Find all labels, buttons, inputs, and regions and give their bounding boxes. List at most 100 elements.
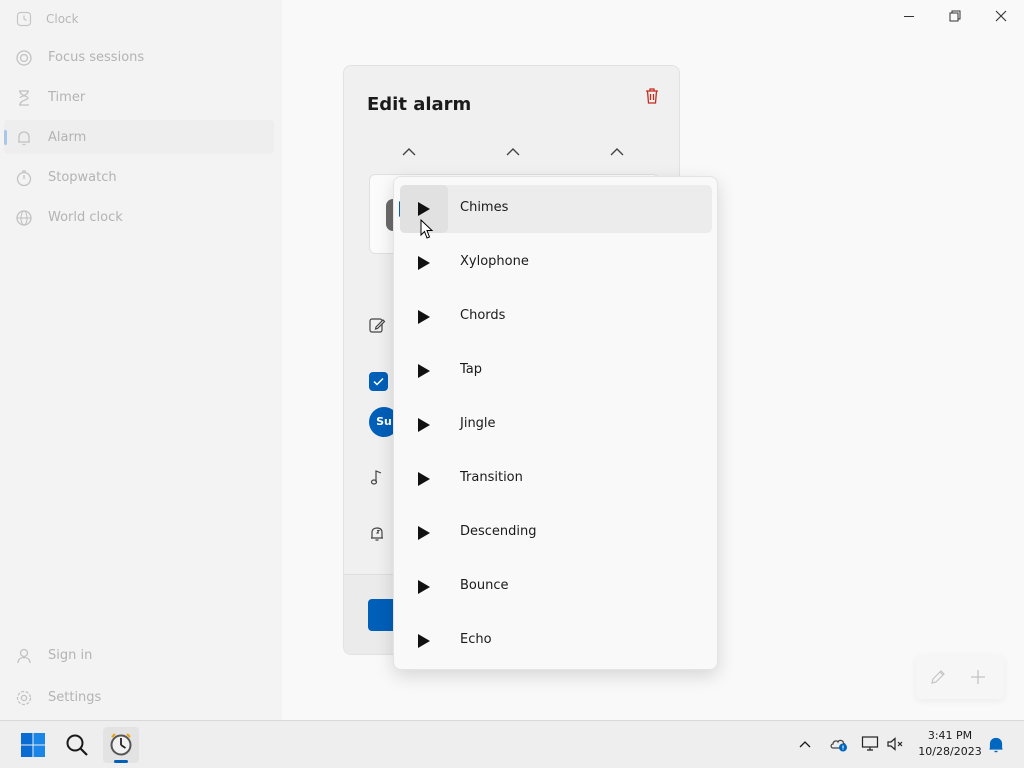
day-label: Su: [376, 415, 392, 428]
search-icon: [66, 734, 88, 756]
delete-alarm-icon[interactable]: [642, 86, 662, 106]
gear-icon: [16, 690, 32, 706]
play-icon: [418, 526, 430, 540]
mouse-cursor-icon: [420, 219, 434, 239]
sidebar-item-label: Alarm: [48, 129, 87, 145]
clock-time: 3:41 PM: [927, 729, 973, 742]
play-icon: [418, 202, 430, 216]
onedrive-icon[interactable]: [829, 735, 849, 753]
settings-label: Settings: [48, 689, 102, 705]
sidebar-item-world-clock[interactable]: World clock: [4, 200, 274, 234]
play-sound-button[interactable]: [400, 617, 448, 665]
system-clock[interactable]: 3:41 PM 10/28/2023: [912, 728, 988, 760]
edit-name-icon: [369, 318, 386, 333]
sound-name: Transition: [460, 470, 523, 485]
active-indicator: [4, 130, 7, 145]
snooze-icon: [371, 527, 383, 541]
sound-name: Descending: [460, 524, 537, 539]
play-sound-button[interactable]: [400, 509, 448, 557]
clock-app-icon: [16, 11, 32, 27]
restore-icon: [949, 10, 961, 22]
alarm-actions: [916, 655, 1004, 699]
globe-icon: [16, 210, 32, 226]
app-title-bar: Clock: [16, 10, 79, 28]
sound-dropdown-menu: Chimes Xylophone Chords Tap Jingle Trans…: [393, 176, 718, 670]
sidebar-item-stopwatch[interactable]: Stopwatch: [4, 160, 274, 194]
stopwatch-icon: [16, 170, 32, 187]
play-sound-button[interactable]: [400, 239, 448, 287]
sidebar-item-focus-sessions[interactable]: Focus sessions: [4, 40, 274, 74]
sidebar-item-label: Stopwatch: [48, 169, 117, 185]
add-alarm-icon[interactable]: [968, 667, 988, 687]
sound-option[interactable]: Descending: [400, 509, 712, 557]
sound-option[interactable]: Transition: [400, 455, 712, 503]
sound-option[interactable]: Tap: [400, 347, 712, 395]
sound-option[interactable]: Xylophone: [400, 239, 712, 287]
sound-name: Chimes: [460, 200, 509, 215]
running-indicator: [114, 760, 128, 763]
person-icon: [17, 648, 31, 664]
start-button[interactable]: [15, 727, 51, 763]
hourglass-icon: [19, 90, 29, 106]
play-sound-button[interactable]: [400, 347, 448, 395]
play-sound-button[interactable]: [400, 563, 448, 611]
restore-button[interactable]: [932, 2, 978, 32]
settings-button[interactable]: Settings: [4, 680, 274, 714]
taskbar-clock-app[interactable]: [103, 727, 139, 763]
play-icon: [418, 310, 430, 324]
play-icon: [418, 580, 430, 594]
sound-name: Jingle: [460, 416, 496, 431]
sound-option[interactable]: Chords: [400, 293, 712, 341]
music-note-icon: [370, 470, 382, 485]
sound-name: Tap: [460, 362, 483, 377]
search-button[interactable]: [59, 727, 95, 763]
play-sound-button[interactable]: [400, 455, 448, 503]
clock-date: 10/28/2023: [918, 745, 982, 758]
sound-name: Chords: [460, 308, 506, 323]
sign-in-label: Sign in: [48, 647, 93, 663]
alarm-clock-icon: [110, 733, 132, 756]
taskbar: 3:41 PM 10/28/2023: [0, 720, 1024, 768]
chevron-up-icon[interactable]: [798, 738, 812, 750]
play-icon: [418, 418, 430, 432]
clock-app-window: Clock Focus sessions Timer Alarm Stopwat…: [0, 0, 1024, 720]
sidebar-item-label: World clock: [48, 209, 123, 225]
repeat-alarm-checkbox[interactable]: [369, 372, 388, 391]
sign-in-button[interactable]: Sign in: [4, 638, 274, 672]
sidebar: Clock Focus sessions Timer Alarm Stopwat…: [0, 0, 282, 720]
increase-ampm-icon[interactable]: [609, 146, 625, 158]
sidebar-item-timer[interactable]: Timer: [4, 80, 274, 114]
network-icon[interactable]: [861, 735, 879, 753]
sound-name: Bounce: [460, 578, 509, 593]
play-icon: [418, 472, 430, 486]
sound-name: Echo: [460, 632, 492, 647]
edit-alarms-icon[interactable]: [928, 667, 948, 687]
sidebar-item-label: Timer: [48, 89, 86, 105]
sound-option[interactable]: Echo: [400, 617, 712, 665]
app-title: Clock: [46, 12, 79, 26]
checkmark-icon: [373, 377, 384, 386]
sound-option[interactable]: Jingle: [400, 401, 712, 449]
close-button[interactable]: [978, 2, 1024, 32]
sound-name: Xylophone: [460, 254, 529, 269]
play-icon: [418, 256, 430, 270]
minimize-button[interactable]: [886, 2, 932, 32]
sound-option[interactable]: Chimes: [399, 185, 712, 233]
sidebar-item-alarm[interactable]: Alarm: [4, 120, 274, 154]
play-sound-button[interactable]: [400, 293, 448, 341]
volume-muted-icon[interactable]: [886, 735, 904, 753]
bell-icon: [18, 131, 30, 146]
dialog-title: Edit alarm: [367, 94, 472, 115]
increase-minute-icon[interactable]: [505, 146, 521, 158]
sidebar-item-label: Focus sessions: [48, 49, 145, 65]
notification-bell-icon[interactable]: [988, 736, 1004, 754]
close-icon: [995, 10, 1007, 22]
increase-hour-icon[interactable]: [401, 146, 417, 158]
windows-logo-icon: [21, 733, 45, 757]
focus-icon: [16, 50, 32, 66]
minimize-icon: [904, 16, 914, 17]
play-icon: [418, 634, 430, 648]
play-sound-button[interactable]: [400, 401, 448, 449]
play-icon: [418, 364, 430, 378]
sound-option[interactable]: Bounce: [400, 563, 712, 611]
